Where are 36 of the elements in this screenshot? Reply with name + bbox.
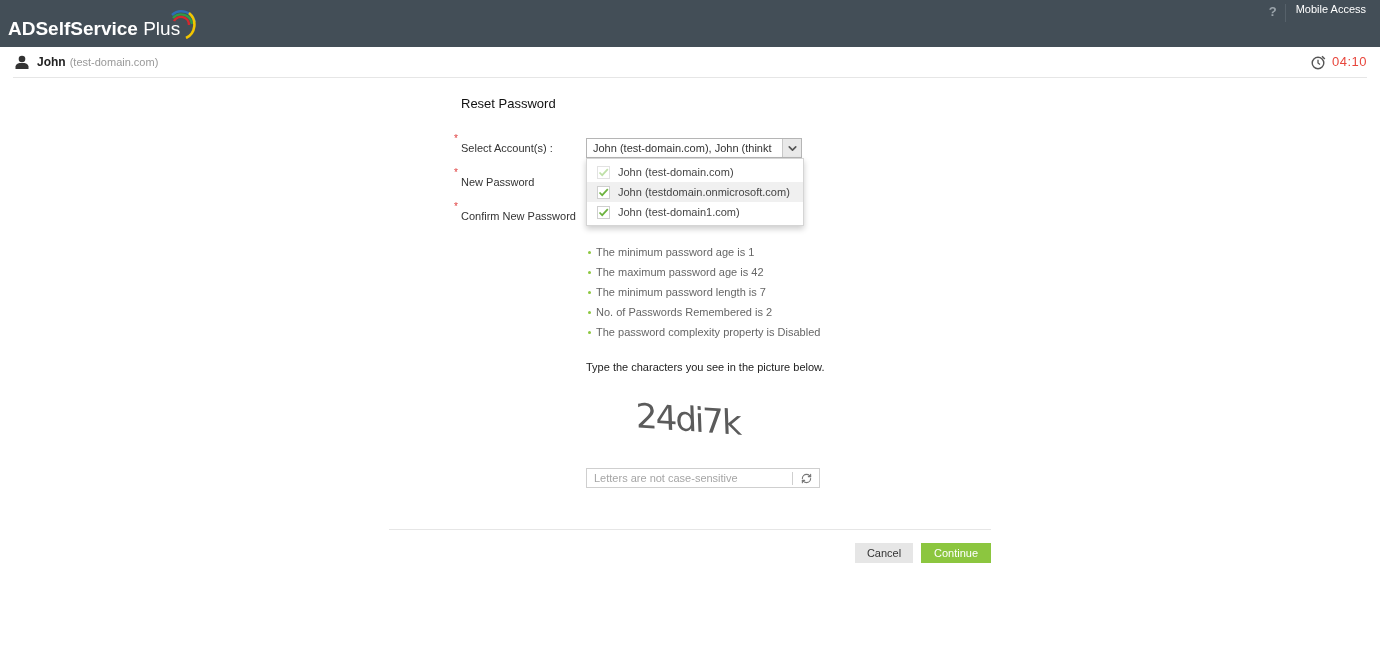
account-option-label: John (testdomain.onmicrosoft.com) [618, 184, 790, 200]
account-option[interactable]: John (test-domain1.com) [587, 202, 803, 222]
chevron-down-icon[interactable] [782, 139, 801, 157]
timer-icon [1310, 54, 1326, 70]
account-option-label: John (test-domain1.com) [618, 204, 740, 220]
policy-text: The password complexity property is Disabled [596, 324, 821, 340]
field-label: New Password [461, 174, 535, 190]
app-logo-text: ADSelfService Plus [8, 18, 181, 40]
bullet-icon [588, 310, 591, 314]
required-asterisk: * [454, 201, 459, 212]
bullet-icon [588, 250, 591, 254]
captcha-image: 24di7k [635, 395, 741, 443]
account-option-label: John (test-domain.com) [618, 164, 734, 180]
policy-text: No. of Passwords Remembered is 2 [596, 304, 773, 320]
checkbox[interactable] [597, 205, 610, 219]
account-select[interactable]: John (test-domain.com), John (thinkt [586, 138, 802, 158]
user-icon [15, 55, 29, 69]
required-asterisk: * [454, 167, 459, 178]
mobile-access-link[interactable]: Mobile Access [1285, 4, 1366, 15]
page-title: Reset Password [461, 96, 557, 112]
bullet-icon [588, 270, 591, 274]
field-label: Confirm New Password [461, 208, 576, 224]
bullet-icon [588, 290, 591, 294]
policy-text: The minimum password length is 7 [596, 284, 766, 300]
required-asterisk: * [454, 133, 459, 144]
session-timer: 04:10 [1331, 53, 1367, 72]
policy-text: The minimum password age is 1 [596, 244, 755, 260]
captcha-instruction: Type the characters you see in the picture below. [586, 360, 826, 375]
field-label: Select Account(s) : [461, 140, 553, 156]
cancel-button[interactable]: Cancel [855, 543, 913, 563]
checkbox[interactable] [597, 185, 610, 199]
account-option[interactable]: John (testdomain.onmicrosoft.com) [587, 182, 803, 202]
user-name: John [37, 54, 66, 71]
policy-text: The maximum password age is 42 [596, 264, 764, 280]
bullet-icon [588, 330, 591, 334]
user-domain: (test-domain.com) [69, 54, 159, 70]
